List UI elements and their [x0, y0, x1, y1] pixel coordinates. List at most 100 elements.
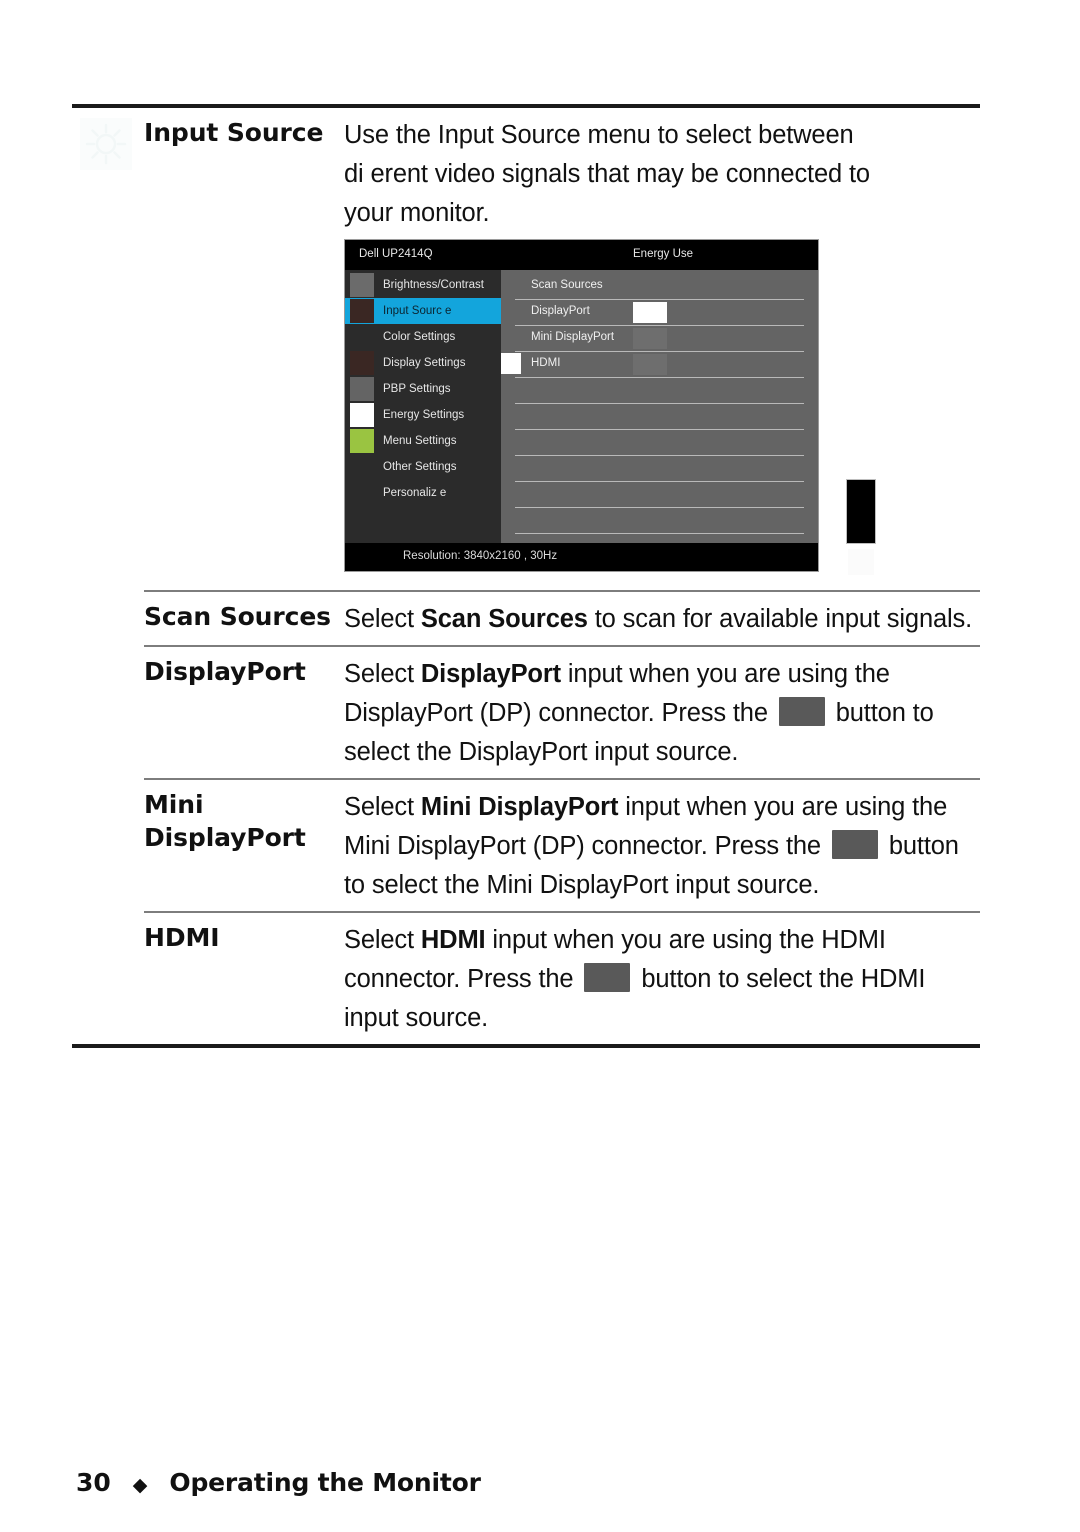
desc-suffix: to scan for available input signals.	[587, 605, 973, 633]
input-source-icon	[350, 299, 374, 323]
osd-option-scan-sources[interactable]: Scan Sources	[515, 274, 804, 300]
osd-option-empty	[515, 378, 804, 404]
osd-menu-item-color-settings[interactable]: Color Settings	[345, 324, 501, 350]
osd-titlebar: Dell UP2414Q Energy Use	[345, 240, 818, 270]
row-label-hdmi: HDMI	[144, 923, 220, 952]
row-label-line-2: DisplayPort	[144, 823, 306, 852]
input-source-description: Use the Input Source menu to select betw…	[344, 116, 980, 233]
other-settings-icon	[350, 455, 374, 479]
table-row: Mini DisplayPort Select Mini DisplayPort…	[72, 780, 980, 911]
desc-emphasis: Scan Sources	[420, 605, 588, 633]
hdmi-chip	[633, 354, 667, 375]
color-settings-icon	[350, 325, 374, 349]
desc-emphasis: HDMI	[420, 926, 486, 954]
desc-line-3: your monitor.	[344, 199, 490, 227]
osd-menu-item-other-settings[interactable]: Other Settings	[345, 454, 501, 480]
osd-energy-use-label: Energy Use	[633, 248, 694, 260]
row-label-cell: Input Source	[144, 108, 344, 149]
osd-menu-item-label: Input Sourc e	[383, 305, 452, 317]
osd-menu: Dell UP2414Q Energy Use Brightness/Contr…	[344, 239, 819, 572]
displayport-selected-chip	[633, 302, 667, 323]
menu-settings-icon	[350, 429, 374, 453]
osd-option-empty	[515, 508, 804, 534]
row-label-input-source: Input Source	[144, 118, 324, 147]
osd-option-empty	[515, 430, 804, 456]
desc-emphasis: Mini DisplayPort	[420, 793, 619, 821]
osd-menu-item-pbp-settings[interactable]: PBP Settings	[345, 376, 501, 402]
osd-option-label: Scan Sources	[531, 279, 603, 291]
osd-option-displayport[interactable]: DisplayPort	[515, 300, 804, 326]
osd-menu-item-label: Personaliz e	[383, 487, 447, 499]
monitor-button-inline-icon	[831, 830, 878, 859]
row-label-displayport: DisplayPort	[144, 657, 306, 686]
osd-menu-item-brightness-contrast[interactable]: Brightness/Contrast	[345, 272, 501, 298]
mini-displayport-chip	[633, 328, 667, 349]
table-row: Scan Sources Select Scan Sources to scan…	[72, 592, 980, 645]
monitor-button-glyph-faint	[848, 549, 874, 575]
osd-option-empty	[515, 456, 804, 482]
footer-section-title: Operating the Monitor	[169, 1468, 481, 1497]
osd-menu-item-input-source[interactable]: Input Sourc e	[345, 298, 501, 324]
desc-line-2: di erent video signals that may be conne…	[344, 160, 870, 188]
row-body-cell: Select Mini DisplayPort input when you a…	[344, 780, 980, 911]
row-body-cell: Select HDMI input when you are using the…	[344, 913, 980, 1044]
desc-prefix: Select	[344, 605, 421, 633]
table-row: Input Source Use the Input Source menu t…	[72, 108, 980, 590]
osd-resolution-text: Resolution: 3840x2160 , 30Hz	[403, 550, 558, 562]
osd-sidebar: Brightness/Contrast Input Sourc e Color …	[345, 270, 501, 543]
row-label-cell: Mini DisplayPort	[144, 780, 344, 854]
monitor-button-inline-icon	[778, 697, 825, 726]
osd-menu-item-label: PBP Settings	[383, 383, 451, 395]
osd-option-empty	[515, 404, 804, 430]
row-label-cell: DisplayPort	[144, 647, 344, 688]
osd-body: Brightness/Contrast Input Sourc e Color …	[345, 270, 818, 543]
row-body-cell: Use the Input Source menu to select betw…	[344, 108, 980, 590]
osd-menu-item-label: Display Settings	[383, 357, 466, 369]
osd-option-label: HDMI	[531, 357, 561, 369]
osd-menu-item-menu-settings[interactable]: Menu Settings	[345, 428, 501, 454]
display-settings-icon	[350, 351, 374, 375]
row-body-cell: Select Scan Sources to scan for availabl…	[344, 592, 980, 645]
osd-statusbar: Resolution: 3840x2160 , 30Hz	[345, 543, 818, 571]
osd-menu-item-label: Color Settings	[383, 331, 456, 343]
footer-page-number: 30	[76, 1468, 111, 1497]
osd-menu-item-display-settings[interactable]: Display Settings	[345, 350, 501, 376]
row-label-cell: HDMI	[144, 913, 344, 954]
osd-option-hdmi[interactable]: HDMI	[501, 352, 804, 378]
row-label-line-1: Mini	[144, 790, 204, 819]
row-body-cell: Select DisplayPort input when you are us…	[344, 647, 980, 778]
osd-model-name: Dell UP2414Q	[359, 248, 433, 260]
desc-line-1: Use the Input Source menu to select betw…	[344, 121, 854, 149]
osd-menu-item-label: Menu Settings	[383, 435, 457, 447]
page-footer: 30 ◆ Operating the Monitor	[76, 1468, 481, 1497]
row-label-mini-displayport: Mini DisplayPort	[144, 788, 344, 854]
osd-menu-item-personalize[interactable]: Personaliz e	[345, 480, 501, 506]
pbp-settings-icon	[350, 377, 374, 401]
table-bottom-border	[72, 1044, 980, 1048]
monitor-button-inline-icon	[584, 963, 631, 992]
osd-menu-item-label: Brightness/Contrast	[383, 279, 484, 291]
osd-options-panel: Scan Sources DisplayPort Mini DisplayPor…	[501, 270, 818, 543]
brightness-contrast-icon	[350, 273, 374, 297]
osd-option-label: Mini DisplayPort	[531, 331, 615, 343]
row-label-cell: Scan Sources	[144, 592, 344, 633]
osd-option-empty	[515, 482, 804, 508]
diamond-icon: ◆	[132, 1474, 148, 1496]
personalize-icon	[350, 481, 374, 505]
displayport-description: Select DisplayPort input when you are us…	[344, 655, 980, 772]
desc-prefix: Select	[344, 793, 421, 821]
desc-emphasis: DisplayPort	[420, 660, 561, 688]
osd-option-mini-displayport[interactable]: Mini DisplayPort	[515, 326, 804, 352]
osd-menu-item-label: Other Settings	[383, 461, 457, 473]
table-row: DisplayPort Select DisplayPort input whe…	[72, 647, 980, 778]
desc-prefix: Select	[344, 926, 421, 954]
manual-page: Input Source Use the Input Source menu t…	[0, 0, 1080, 1532]
mini-displayport-description: Select Mini DisplayPort input when you a…	[344, 788, 980, 905]
hdmi-marker-icon	[501, 353, 521, 374]
osd-option-label: DisplayPort	[531, 305, 590, 317]
osd-menu-item-energy-settings[interactable]: Energy Settings	[345, 402, 501, 428]
osd-screenshot-figure: Dell UP2414Q Energy Use Brightness/Contr…	[344, 239, 904, 584]
desc-prefix: Select	[344, 660, 421, 688]
scan-sources-description: Select Scan Sources to scan for availabl…	[344, 600, 980, 639]
energy-settings-icon	[350, 403, 374, 427]
